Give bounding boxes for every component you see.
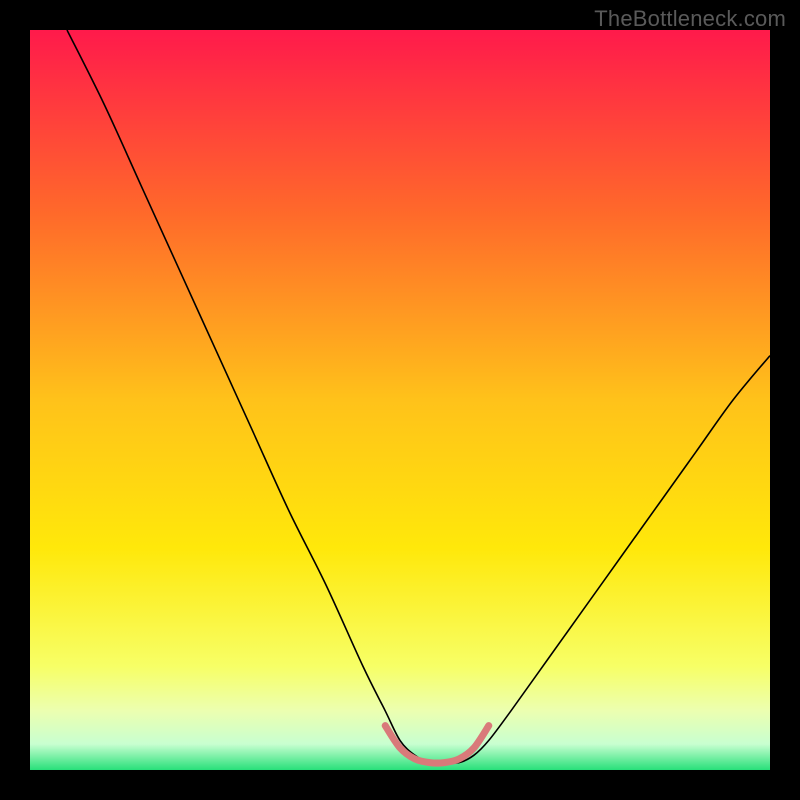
watermark-text: TheBottleneck.com: [594, 6, 786, 32]
series-flat-bottom-marker: [385, 726, 489, 763]
series-bottleneck-curve: [67, 30, 770, 763]
chart-frame: TheBottleneck.com: [0, 0, 800, 800]
curve-layer: [30, 30, 770, 770]
plot-area: [30, 30, 770, 770]
